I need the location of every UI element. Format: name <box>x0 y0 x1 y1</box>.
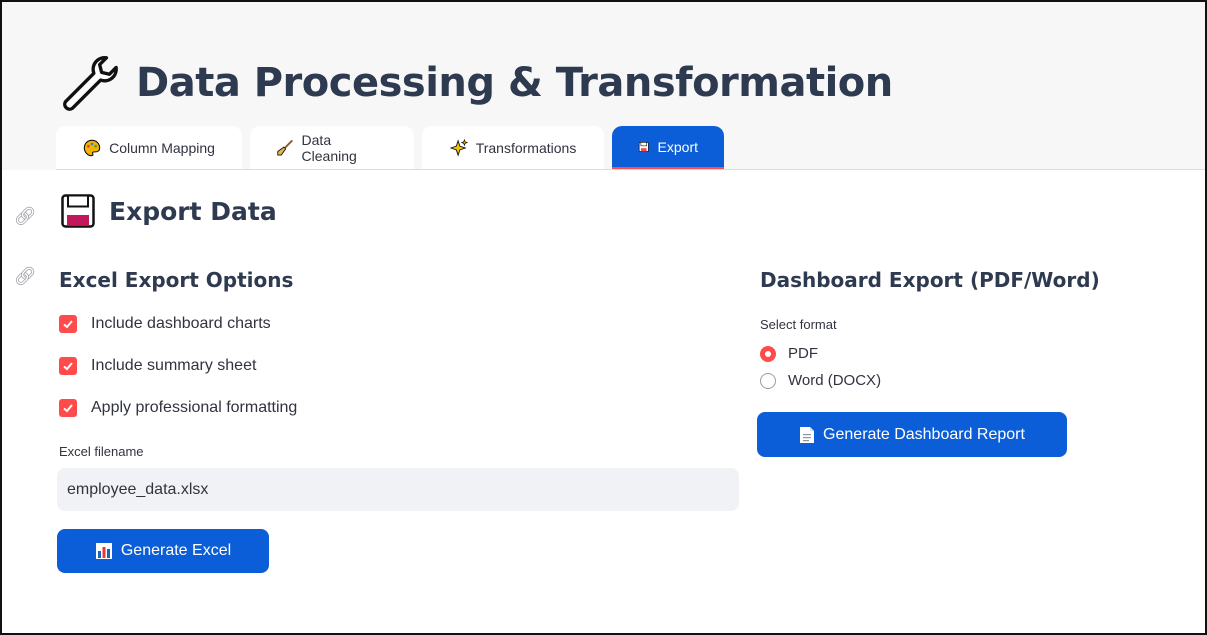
checkbox-checked[interactable] <box>59 315 77 333</box>
bar-chart-icon <box>95 543 112 559</box>
radio-label: Word (DOCX) <box>788 372 882 389</box>
floppy-disk-icon <box>61 194 95 228</box>
excel-export-heading: Excel Export Options <box>59 268 294 292</box>
radio-unselected[interactable] <box>760 372 776 389</box>
palette-icon <box>83 139 101 157</box>
tab-data-cleaning[interactable]: Data Cleaning <box>250 126 414 170</box>
link-icon[interactable]: 🔗︎ <box>4 255 46 297</box>
sparkles-icon <box>449 139 468 157</box>
tab-transformations[interactable]: Transformations <box>422 126 604 170</box>
radio-option-word[interactable]: Word (DOCX) <box>760 372 881 389</box>
checkbox-label: Include summary sheet <box>91 357 257 374</box>
select-format-label: Select format <box>760 317 837 332</box>
tab-label: Column Mapping <box>109 140 215 156</box>
excel-filename-input[interactable] <box>57 468 739 511</box>
tab-export[interactable]: Export <box>612 126 724 170</box>
radio-option-pdf[interactable]: PDF <box>760 345 818 362</box>
checkbox-checked[interactable] <box>59 399 77 417</box>
section-title: Export Data <box>109 196 277 226</box>
checkbox-label: Include dashboard charts <box>91 315 271 332</box>
button-label: Generate Excel <box>120 542 232 559</box>
link-icon[interactable]: 🔗︎ <box>4 195 46 237</box>
wrench-icon <box>63 56 118 111</box>
checkbox-include-summary[interactable]: Include summary sheet <box>59 357 256 375</box>
floppy-disk-icon <box>638 141 649 152</box>
page-title: Data Processing & Transformation <box>58 52 893 114</box>
tab-label: Transformations <box>475 140 577 156</box>
excel-filename-label: Excel filename <box>59 444 144 459</box>
checkbox-include-charts[interactable]: Include dashboard charts <box>59 315 271 333</box>
radio-label: PDF <box>788 345 818 362</box>
broom-icon <box>277 140 293 156</box>
button-label: Generate Dashboard Report <box>823 425 1025 443</box>
checkbox-checked[interactable] <box>59 357 77 375</box>
radio-selected[interactable] <box>760 345 776 362</box>
checkbox-label: Apply professional formatting <box>91 399 298 416</box>
tab-column-mapping[interactable]: Column Mapping <box>56 126 242 170</box>
generate-dashboard-report-button[interactable]: Generate Dashboard Report <box>757 412 1067 457</box>
tab-bar: Column Mapping Data Cleaning Transformat… <box>56 126 724 170</box>
tab-label: Export <box>657 138 698 155</box>
tab-divider <box>56 169 1205 170</box>
dashboard-export-heading: Dashboard Export (PDF/Word) <box>760 268 1100 292</box>
checkbox-professional-formatting[interactable]: Apply professional formatting <box>59 399 297 417</box>
page-title-text: Data Processing & Transformation <box>136 60 893 106</box>
document-icon <box>800 426 815 443</box>
generate-excel-button[interactable]: Generate Excel <box>57 529 269 573</box>
tab-label: Data Cleaning <box>301 132 357 164</box>
section-heading: Export Data <box>61 194 277 228</box>
